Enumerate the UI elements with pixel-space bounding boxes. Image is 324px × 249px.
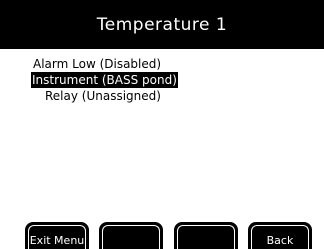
exit-menu-button[interactable]: Exit Menu xyxy=(25,222,89,249)
back-button[interactable]: Back xyxy=(248,222,312,249)
menu-item-relay[interactable]: Relay (Unassigned) xyxy=(45,88,161,104)
back-label: Back xyxy=(266,234,294,247)
softkey-3-button[interactable] xyxy=(174,222,238,249)
softkey-bar: Exit Menu Back xyxy=(0,222,324,249)
device-screen: Temperature 1 Alarm Low (Disabled) Instr… xyxy=(0,0,324,249)
exit-menu-label: Exit Menu xyxy=(29,234,85,247)
menu-item-alarm-low[interactable]: Alarm Low (Disabled) xyxy=(33,56,161,72)
softkey-2-button[interactable] xyxy=(99,222,163,249)
screen-title: Temperature 1 xyxy=(0,0,324,49)
menu-item-instrument[interactable]: Instrument (BASS pond) xyxy=(31,72,178,88)
